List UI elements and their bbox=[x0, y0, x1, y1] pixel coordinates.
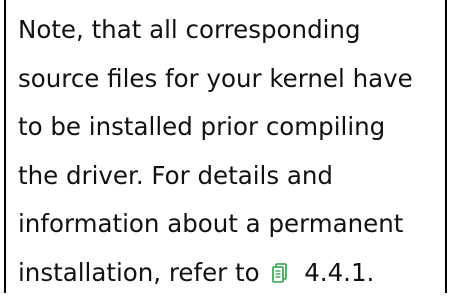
document-reference-icon bbox=[271, 252, 288, 283]
reference-prefix: installation, refer to bbox=[18, 257, 260, 287]
note-text: Note, that all corresponding source file… bbox=[18, 6, 446, 297]
note-box: Note, that all corresponding source file… bbox=[4, 0, 447, 293]
note-line: the driver. For details and bbox=[18, 160, 333, 190]
note-line: information about a permanent bbox=[18, 209, 404, 238]
note-line: Note, that all corresponding bbox=[18, 15, 361, 44]
section-reference-link[interactable]: 4.4.1. bbox=[304, 258, 374, 287]
note-line: source files for your kernel have bbox=[18, 63, 413, 93]
note-line-last: installation, refer to 4.4.1. bbox=[18, 249, 446, 298]
note-line: to be installed prior compiling bbox=[18, 112, 386, 141]
